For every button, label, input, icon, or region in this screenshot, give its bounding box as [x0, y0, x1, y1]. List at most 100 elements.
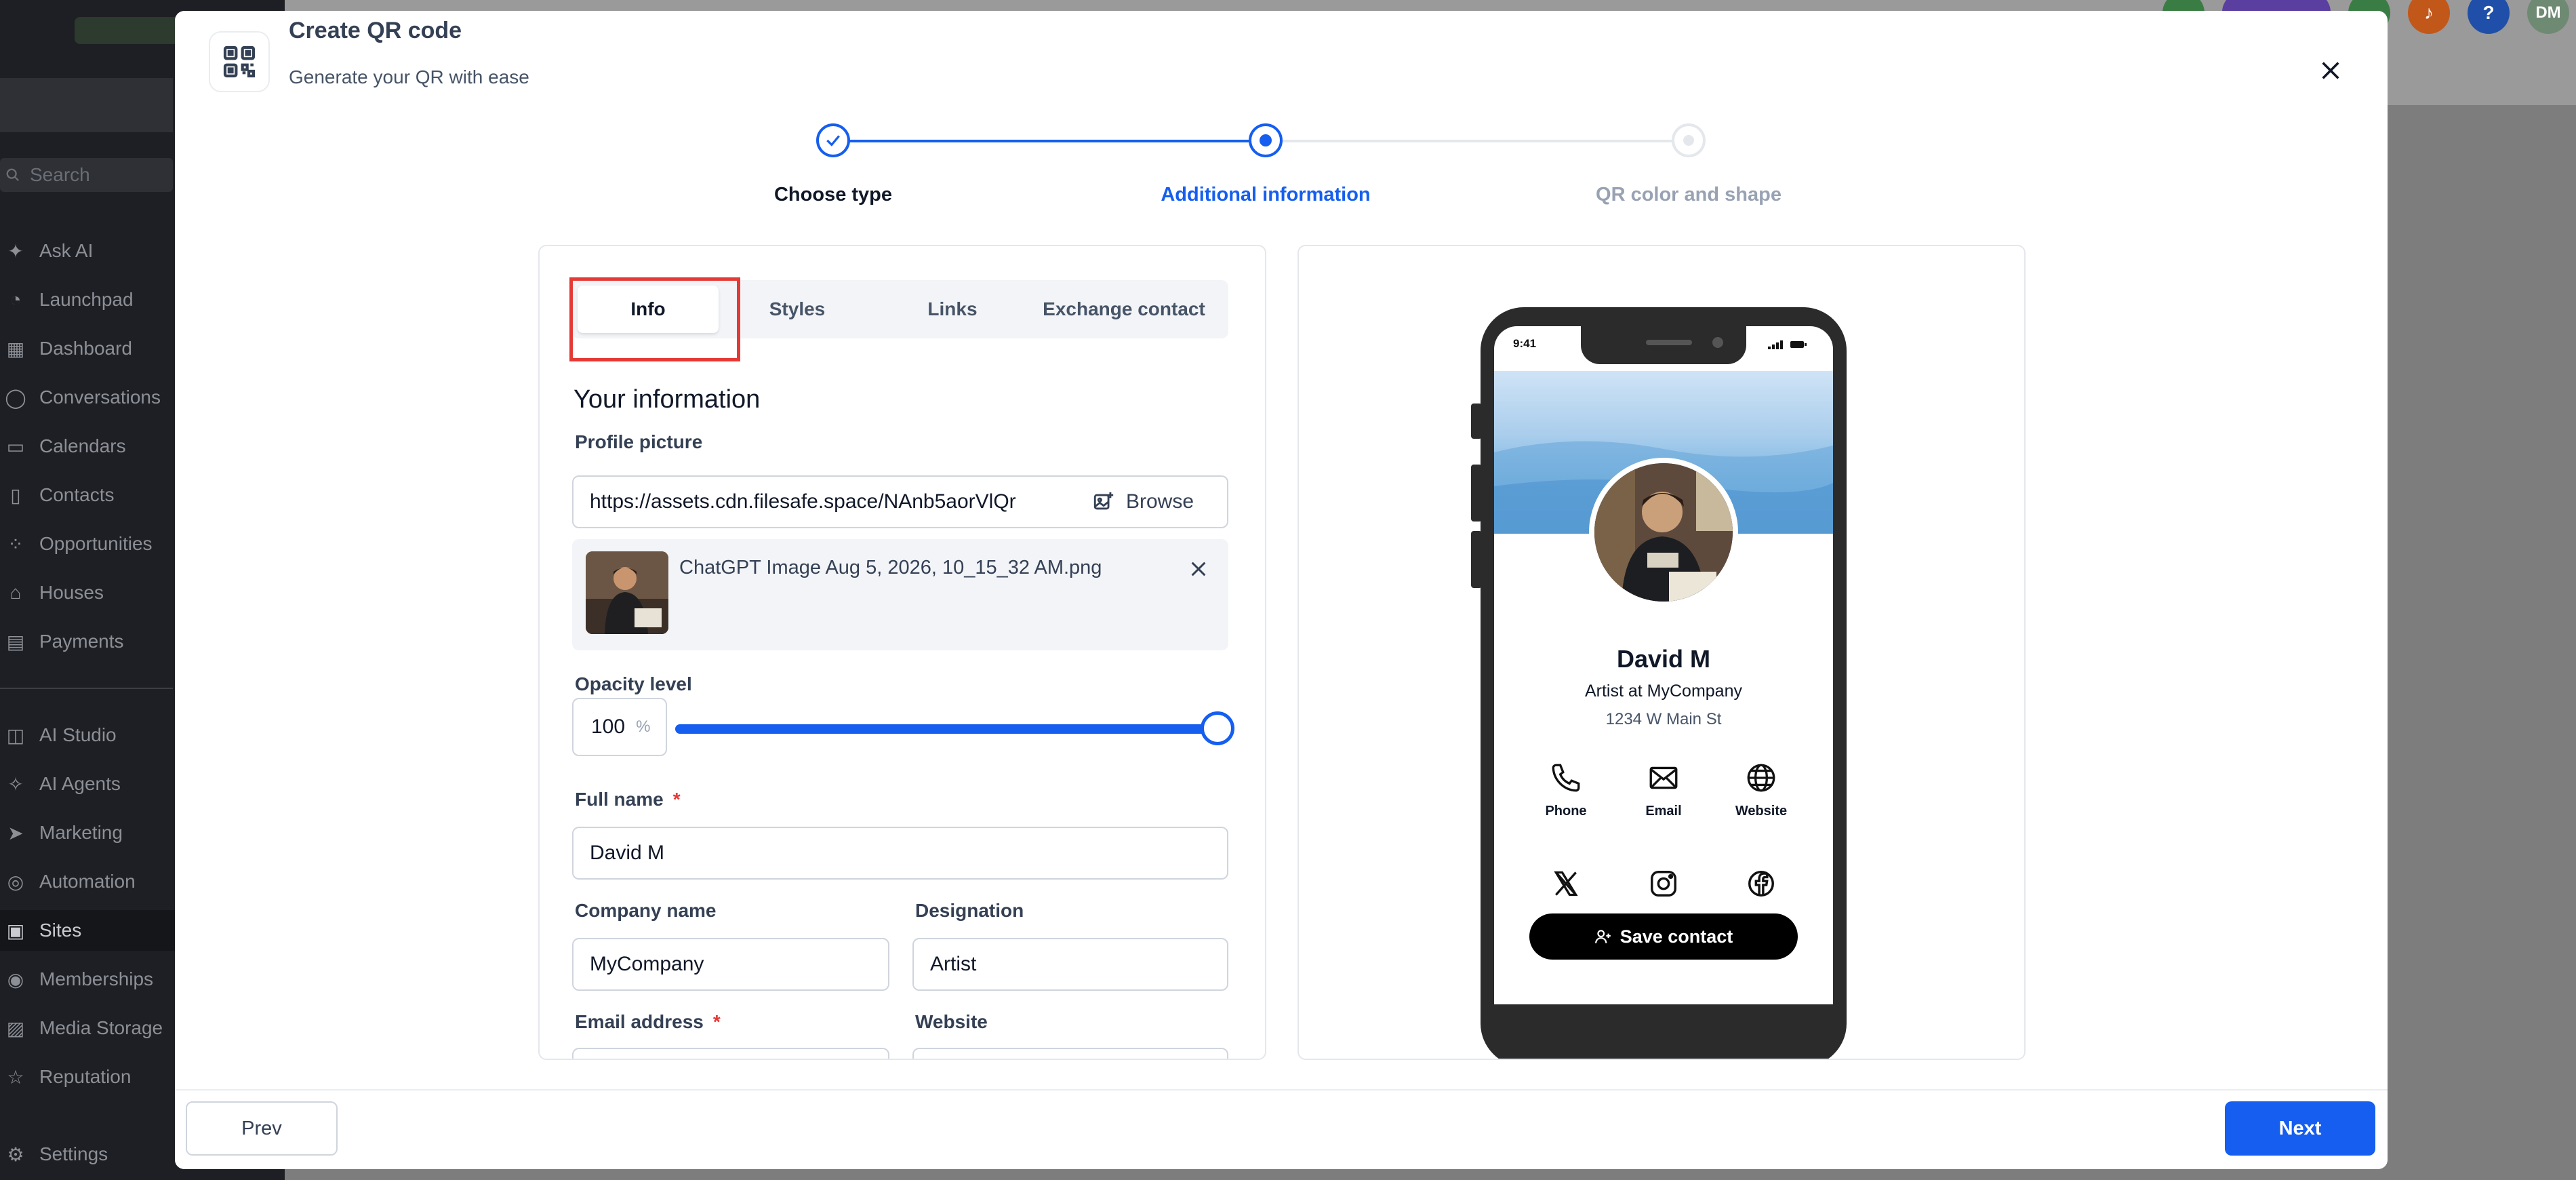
status-bar-time: 9:41 — [1513, 337, 1537, 350]
full-name-value: David M — [590, 842, 665, 864]
send-icon: ➤ — [7, 822, 24, 844]
sidebar-item-dashboard[interactable]: ▦ Dashboard — [0, 328, 176, 369]
signal-icon — [1768, 340, 1783, 349]
automation-icon: ◎ — [7, 871, 24, 892]
sidebar-item-label: Calendars — [39, 435, 126, 456]
tab-styles[interactable]: Styles — [719, 286, 876, 333]
chat-icon: ◯ — [5, 387, 26, 408]
sidebar-item-ask-ai[interactable]: ✦ Ask AI — [0, 231, 176, 271]
sidebar-item-opportunities[interactable]: ⁘ Opportunities — [0, 524, 176, 564]
profile-name: David M — [1616, 645, 1711, 673]
sidebar-item-automation[interactable]: ◎ Automation — [0, 861, 176, 902]
step-3-label: QR color and shape — [1596, 184, 1782, 205]
sidebar-item-payments[interactable]: ▤ Payments — [0, 621, 176, 662]
contact-icon: ▯ — [10, 484, 21, 506]
website-input[interactable] — [912, 1048, 1228, 1059]
phone-action[interactable]: Phone — [1525, 756, 1607, 819]
camera-dot — [1712, 337, 1723, 348]
profile-picture-url-input[interactable]: https://assets.cdn.filesafe.space/NAnb5a… — [572, 475, 1060, 528]
modal-title: Create QR code — [289, 18, 462, 43]
instagram-social-link[interactable] — [1623, 862, 1704, 905]
sidebar-search[interactable]: Search — [0, 158, 173, 192]
sidebar-item-memberships[interactable]: ◉ Memberships — [0, 959, 176, 1000]
x-social-link[interactable] — [1525, 862, 1607, 905]
account-switcher[interactable] — [0, 78, 173, 132]
remove-file-button[interactable] — [1182, 553, 1215, 585]
section-title: Your information — [573, 385, 761, 414]
opacity-slider-track[interactable] — [675, 724, 1217, 734]
agents-icon: ✧ — [7, 773, 24, 795]
email-input[interactable] — [572, 1048, 889, 1059]
sidebar-item-calendars[interactable]: ▭ Calendars — [0, 426, 176, 467]
step-connector-pending — [1269, 140, 1672, 142]
sidebar-item-label: Automation — [39, 871, 136, 892]
close-button[interactable] — [2309, 49, 2352, 92]
sidebar-search-placeholder: Search — [30, 164, 90, 185]
company-name-label: Company name — [575, 900, 717, 921]
phone-screen: 9:41 David M Artist at MyCompany 1234 W … — [1494, 326, 1833, 1004]
sidebar-item-conversations[interactable]: ◯ Conversations — [0, 377, 176, 418]
rocket-icon: ◔ — [9, 289, 22, 310]
modal-subtitle: Generate your QR with ease — [289, 66, 529, 87]
website-action[interactable]: Website — [1720, 756, 1802, 819]
prev-button[interactable]: Prev — [186, 1101, 338, 1156]
full-name-label: Full name * — [575, 789, 681, 810]
profile-title: Artist at MyCompany — [1584, 682, 1742, 701]
step-connector-done — [834, 140, 1249, 142]
help-icon[interactable]: ? — [2468, 0, 2510, 34]
email-action-label: Email — [1645, 804, 1682, 819]
next-button[interactable]: Next — [2225, 1101, 2375, 1156]
sidebar-item-reputation[interactable]: ☆ Reputation — [0, 1057, 176, 1097]
bell-icon[interactable]: ♪ — [2408, 0, 2450, 34]
star-icon: ☆ — [7, 1066, 24, 1088]
sidebar-item-label: Houses — [39, 582, 104, 603]
gear-icon: ⚙ — [7, 1143, 24, 1165]
sidebar-item-label: Sites — [39, 920, 82, 941]
browse-button[interactable]: Browse — [1059, 475, 1228, 528]
step-1-label: Choose type — [773, 184, 893, 205]
sidebar-item-ai-studio[interactable]: ◫ AI Studio — [0, 715, 176, 755]
globe-icon — [1720, 756, 1802, 800]
globe-icon: ▣ — [6, 920, 25, 941]
designation-input[interactable]: Artist — [912, 938, 1228, 991]
sidebar-item-label: Dashboard — [39, 338, 132, 359]
sidebar-item-launchpad[interactable]: ◔ Launchpad — [0, 279, 176, 320]
full-name-input[interactable]: David M — [572, 827, 1228, 880]
phone-notch — [1581, 326, 1746, 364]
save-contact-button[interactable]: Save contact — [1529, 913, 1798, 960]
add-user-icon — [1594, 930, 1611, 943]
sidebar-item-houses[interactable]: ⌂ Houses — [0, 572, 176, 613]
email-action[interactable]: Email — [1623, 756, 1704, 819]
tab-links[interactable]: Links — [876, 286, 1029, 333]
receipt-icon: ▤ — [6, 631, 25, 652]
close-icon — [2322, 62, 2339, 79]
sidebar-item-label: Launchpad — [39, 289, 134, 310]
browse-label: Browse — [1125, 490, 1194, 513]
image-icon: ▨ — [6, 1017, 25, 1039]
opacity-input[interactable]: 100 % — [572, 698, 667, 756]
sidebar-item-label: AI Studio — [39, 724, 117, 745]
email-label: Email address * — [575, 1011, 721, 1033]
step-1-indicator — [816, 123, 850, 157]
avatar[interactable]: DM — [2527, 0, 2569, 34]
opacity-slider-thumb[interactable] — [1201, 711, 1234, 745]
sidebar-item-label: AI Agents — [39, 773, 121, 794]
sidebar-item-settings[interactable]: ⚙ Settings — [0, 1134, 176, 1175]
opacity-slider-fill — [675, 724, 1217, 734]
close-icon — [1191, 562, 1206, 576]
image-upload-icon — [1093, 492, 1114, 510]
sidebar-item-media-storage[interactable]: ▨ Media Storage — [0, 1008, 176, 1048]
sidebar-item-marketing[interactable]: ➤ Marketing — [0, 812, 176, 853]
sidebar-item-label: Opportunities — [39, 533, 153, 554]
sidebar-item-contacts[interactable]: ▯ Contacts — [0, 475, 176, 515]
sidebar-item-ai-agents[interactable]: ✧ AI Agents — [0, 764, 176, 804]
create-qr-modal: Create QR code Generate your QR with eas… — [175, 11, 2388, 1169]
facebook-social-link[interactable] — [1720, 862, 1802, 905]
sidebar-item-label: Conversations — [39, 387, 161, 408]
tab-exchange-contact[interactable]: Exchange contact — [1029, 286, 1219, 333]
battery-icon — [1790, 341, 1807, 348]
company-name-input[interactable]: MyCompany — [572, 938, 889, 991]
sidebar-item-sites[interactable]: ▣ Sites — [0, 910, 176, 951]
brand-logo — [75, 17, 183, 44]
opacity-value: 100 — [591, 715, 626, 738]
